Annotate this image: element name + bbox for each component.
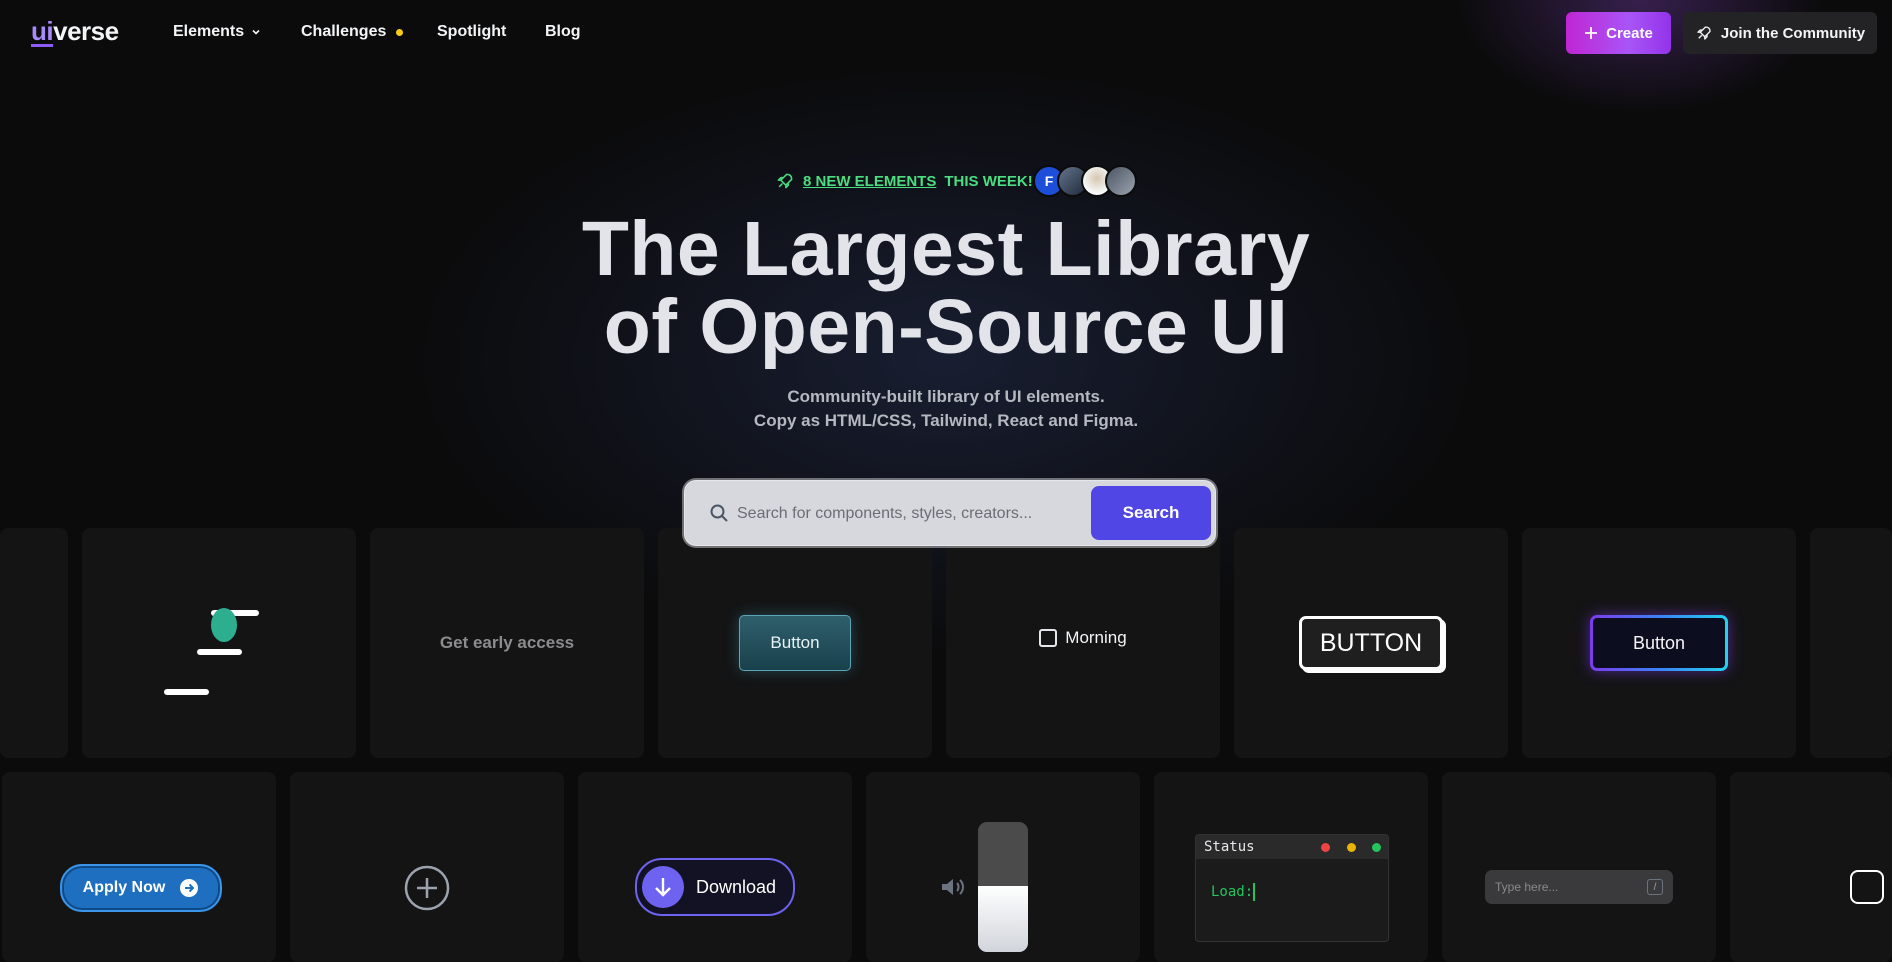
- maximize-dot[interactable]: [1372, 843, 1381, 852]
- new-indicator-dot: [396, 28, 404, 36]
- terminal-window: Status Load:: [1195, 834, 1389, 942]
- element-card-input[interactable]: Type here... /: [1442, 772, 1716, 962]
- announcement: 8 NEW ELEMENTS THIS WEEK!: [775, 168, 1033, 194]
- terminal-body: Load:: [1196, 859, 1388, 901]
- join-community-button[interactable]: Join the Community: [1683, 12, 1877, 54]
- element-card[interactable]: [0, 528, 68, 758]
- rocket-icon: [777, 173, 793, 189]
- search-bar: Search: [684, 480, 1216, 546]
- terminal-text: Load:: [1211, 884, 1254, 900]
- avatar-group: F: [1033, 165, 1137, 197]
- shortcut-key: /: [1647, 879, 1663, 895]
- element-card-outline-button[interactable]: BUTTON: [1234, 528, 1508, 758]
- terminal-cursor: [1253, 883, 1256, 901]
- checkbox-label: Morning: [1065, 628, 1127, 647]
- element-card-apply-now[interactable]: Apply Now: [2, 772, 276, 962]
- top-nav: uiverse Elements Challenges Spotlight Bl…: [0, 0, 1892, 66]
- nav-challenges-label: Challenges: [301, 23, 387, 40]
- nav-spotlight[interactable]: Spotlight: [437, 23, 506, 41]
- download-icon-wrap: [642, 866, 684, 908]
- terminal-titlebar: Status: [1196, 835, 1388, 859]
- early-access-text[interactable]: Get early access: [440, 633, 574, 653]
- checkbox[interactable]: [1039, 629, 1058, 647]
- terminal-title: Status: [1204, 839, 1255, 855]
- create-button[interactable]: Create: [1566, 12, 1671, 54]
- chevron-down-icon: [252, 29, 260, 35]
- nav-elements-label: Elements: [173, 23, 245, 40]
- plus-circle-icon[interactable]: [404, 865, 450, 911]
- page-subtitle: Community-built library of UI elements. …: [753, 387, 1139, 430]
- glass-button[interactable]: Button: [739, 615, 851, 671]
- nav-challenges[interactable]: Challenges: [301, 23, 404, 41]
- outline-button[interactable]: BUTTON: [1299, 616, 1443, 670]
- loader-ball: [211, 608, 237, 642]
- page-title: The Largest Library of Open-Source UI: [581, 206, 1311, 370]
- speaker-icon: [942, 879, 964, 895]
- element-card-volume[interactable]: [866, 772, 1140, 962]
- new-elements-link[interactable]: 8 NEW ELEMENTS: [803, 173, 936, 190]
- minimize-dot[interactable]: [1347, 843, 1356, 852]
- partial-element[interactable]: [1850, 870, 1884, 904]
- checkbox-row[interactable]: Morning: [1039, 628, 1127, 648]
- create-label: Create: [1606, 24, 1653, 42]
- volume-slider[interactable]: [978, 822, 1028, 952]
- plus-icon: [1585, 27, 1598, 39]
- loader-bar: [197, 649, 242, 655]
- close-dot[interactable]: [1321, 843, 1330, 852]
- search-button[interactable]: Search: [1091, 486, 1211, 540]
- nav-blog[interactable]: Blog: [545, 23, 581, 41]
- gradient-border-button[interactable]: Button: [1590, 615, 1728, 671]
- element-card-checkbox[interactable]: Morning: [946, 528, 1220, 758]
- announce-rest: THIS WEEK!: [944, 172, 1033, 190]
- logo[interactable]: uiverse: [31, 16, 119, 47]
- volume-fill: [978, 886, 1028, 952]
- apply-now-button[interactable]: Apply Now: [60, 864, 222, 912]
- nav-spotlight-label: Spotlight: [437, 23, 507, 40]
- apply-now-label: Apply Now: [82, 879, 166, 896]
- element-card-partial[interactable]: [1730, 772, 1892, 962]
- element-card-terminal[interactable]: Status Load:: [1154, 772, 1428, 962]
- type-input[interactable]: Type here... /: [1485, 870, 1673, 904]
- avatar[interactable]: [1105, 165, 1137, 197]
- element-card-glass-button[interactable]: Button: [658, 528, 932, 758]
- search-input[interactable]: [735, 495, 1079, 533]
- nav-elements[interactable]: Elements: [173, 23, 262, 41]
- loader-bar: [164, 689, 209, 695]
- join-label: Join the Community: [1720, 24, 1866, 42]
- element-card-early-access[interactable]: Get early access: [370, 528, 644, 758]
- download-label: Download: [696, 876, 777, 897]
- rocket-icon: [1697, 26, 1711, 40]
- element-card-add[interactable]: [290, 772, 564, 962]
- search-icon: [710, 504, 728, 522]
- element-card-gradient-button[interactable]: Button: [1522, 528, 1796, 758]
- download-button[interactable]: Download: [635, 858, 795, 916]
- element-card[interactable]: [1810, 528, 1892, 758]
- element-card-download[interactable]: Download: [578, 772, 852, 962]
- element-card-loader[interactable]: [82, 528, 356, 758]
- nav-blog-label: Blog: [545, 23, 581, 40]
- arrow-right-circle-icon: [180, 879, 199, 897]
- arrow-down-icon: [655, 878, 671, 897]
- type-placeholder: Type here...: [1495, 880, 1559, 894]
